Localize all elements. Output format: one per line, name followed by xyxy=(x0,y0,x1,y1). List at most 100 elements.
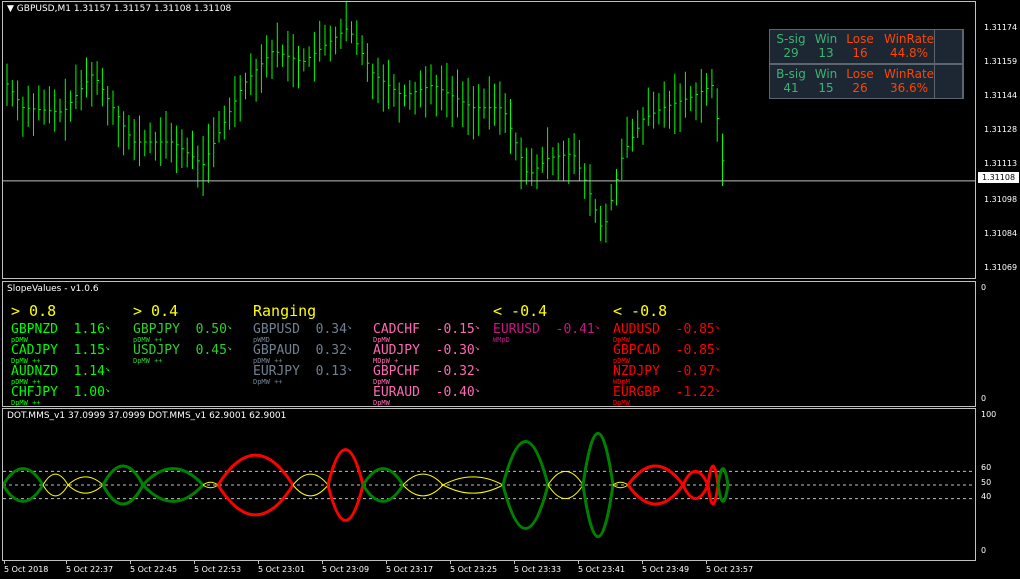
mms-line-segment xyxy=(292,484,329,497)
chart-menu-icon[interactable]: ▼ xyxy=(7,4,17,14)
price-tick: 1.31159 xyxy=(984,57,1018,66)
price-tick: 1.31174 xyxy=(984,23,1018,32)
pair-symbol: CADJPY xyxy=(11,343,58,358)
slope-pair-row[interactable]: GBPCHF -0.32↘ DpMW xyxy=(373,364,480,386)
slope-column: < -0.4 EURUSD -0.41↘ WMpD xyxy=(493,302,600,344)
level-label: 0 xyxy=(981,546,987,555)
pair-symbol: GBPJPY xyxy=(133,322,180,337)
slope-pair-row[interactable]: GBPNZD 1.16↘ pDMW xyxy=(11,322,110,344)
slope-value: 0.32 xyxy=(315,343,347,358)
slope-pair-row[interactable]: EURAUD -0.40↘ DpMW xyxy=(373,385,480,406)
sell-label: S-sig xyxy=(776,32,806,46)
slope-pair-row[interactable]: GBPJPY 0.50↘ pDMW ++ xyxy=(133,322,232,344)
price-tick: 1.31128 xyxy=(984,125,1018,134)
buy-signals-count: 41 xyxy=(783,81,799,95)
time-tick xyxy=(258,561,259,564)
pair-symbol: GBPNZD xyxy=(11,322,58,337)
slope-pair-row[interactable]: CADJPY 1.15↘ DpMW ++ xyxy=(11,343,110,365)
price-chart-pane[interactable]: ▼ GBPUSD,M1 1.31157 1.31157 1.31108 1.31… xyxy=(2,1,976,279)
timeframe-order: WMpD xyxy=(493,336,510,344)
time-tick xyxy=(4,561,5,564)
time-tick xyxy=(450,561,451,564)
time-tick xyxy=(578,561,579,564)
time-label: 5 Oct 23:57 xyxy=(706,565,754,574)
price-scale[interactable]: 1.31174 1.31159 1.31144 1.31128 1.31113 … xyxy=(977,1,1020,279)
slope-pair-row[interactable]: NZDJPY -0.97↘ WDpM xyxy=(613,364,720,386)
time-label: 5 Oct 23:09 xyxy=(322,565,370,574)
sell-winrate: 44.8% xyxy=(889,46,929,60)
mms-line-segment xyxy=(67,476,104,486)
slope-value: 0.13 xyxy=(315,364,347,379)
buy-label: B-sig xyxy=(776,67,806,81)
pair-symbol: EURGBP xyxy=(613,385,660,400)
pair-symbol: AUDJPY xyxy=(373,343,420,358)
mms-line-segment xyxy=(292,473,329,486)
level-label: 100 xyxy=(981,410,997,419)
win-header: Win xyxy=(814,32,838,46)
mms-line-segment xyxy=(42,473,69,486)
slope-pair-row[interactable]: AUDNZD 1.14↘ pDMW ++ xyxy=(11,364,110,386)
mms-line-segment xyxy=(681,469,710,486)
trend-arrow-icon: ↘ xyxy=(474,364,480,373)
slope-value: -0.97 xyxy=(675,364,715,379)
slope-pair-row[interactable]: EURUSD -0.41↘ WMpD xyxy=(493,322,600,344)
slope-pair-row[interactable]: EURGBP -1.22↘ DpMW xyxy=(613,385,720,406)
mms-line-segment xyxy=(706,484,720,506)
timeframe-order: DpMW xyxy=(613,399,630,407)
pair-symbol: EURAUD xyxy=(373,385,420,400)
trend-arrow-icon: ↘ xyxy=(346,364,352,373)
slope-value: 1.16 xyxy=(73,322,105,337)
pair-symbol: EURUSD xyxy=(493,322,540,337)
slope-values-pane[interactable]: SlopeValues - v1.0.6 > 0.8 GBPNZD 1.16↘ pD… xyxy=(2,281,976,407)
slope-pair-row[interactable]: EURJPY 0.13↘ DpMW ++ xyxy=(253,364,352,386)
trend-arrow-icon: ↘ xyxy=(474,343,480,352)
slope-pair-row[interactable]: CHFJPY 1.00↘ DpMW ++ xyxy=(11,385,110,406)
trend-arrow-icon: ↘ xyxy=(714,343,720,352)
slope-pair-row[interactable]: GBPAUD 0.32↘ pDMW ++ xyxy=(253,343,352,365)
level-label: 40 xyxy=(981,492,992,501)
pair-symbol: AUDUSD xyxy=(613,322,660,337)
time-label: 5 Oct 23:41 xyxy=(578,565,626,574)
slope-pair-row[interactable]: CADCHF -0.15↘ DpMW xyxy=(373,322,480,344)
mms-indicator-pane[interactable]: DOT.MMS_v1 37.0999 37.0999 DOT.MMS_v1 62… xyxy=(2,408,976,561)
chart-title: ▼ GBPUSD,M1 1.31157 1.31157 1.31108 1.31… xyxy=(7,4,232,14)
buy-winrate: 36.6% xyxy=(889,81,929,95)
buy-win-count: 15 xyxy=(818,81,834,95)
mms-line-segment xyxy=(42,484,69,497)
lose-header: Lose xyxy=(846,67,874,81)
pair-symbol: EURJPY xyxy=(253,364,300,379)
slope-pair-row[interactable]: GBPUSD 0.34↘ pWMD xyxy=(253,322,352,344)
trend-arrow-icon: ↘ xyxy=(346,343,352,352)
trend-arrow-icon: ↘ xyxy=(714,322,720,331)
price-tick: 1.31069 xyxy=(984,263,1018,272)
slope-column: > 0.8 GBPNZD 1.16↘ pDMW CADJPY 1.15↘ DpMW ++… xyxy=(11,302,110,406)
time-tick xyxy=(322,561,323,564)
pair-symbol: USDJPY xyxy=(133,343,180,358)
slope-value: 0.50 xyxy=(195,322,227,337)
slope-column-header: < -0.4 xyxy=(493,302,548,320)
lose-header: Lose xyxy=(846,32,874,46)
slope-value: -0.41 xyxy=(555,322,595,337)
mms-line-segment xyxy=(442,484,504,494)
time-tick xyxy=(130,561,131,564)
level-label: 60 xyxy=(981,463,992,472)
timeframe-order: DpMW ++ xyxy=(253,378,283,386)
mms-lines xyxy=(3,432,975,538)
pair-symbol: GBPCAD xyxy=(613,343,660,358)
time-label: 5 Oct 23:49 xyxy=(642,565,690,574)
slope-scale: 0 0 xyxy=(977,281,1020,407)
slope-pair-row[interactable]: AUDUSD -0.85↘ DpMW xyxy=(613,322,720,344)
slope-column-header: > 0.8 xyxy=(11,302,57,320)
mms-panel-title: DOT.MMS_v1 37.0999 37.0999 DOT.MMS_v1 62… xyxy=(7,411,287,421)
slope-pair-row[interactable]: GBPCAD -0.85↘ pDMW xyxy=(613,343,720,365)
trend-arrow-icon: ↘ xyxy=(714,364,720,373)
win-header: Win xyxy=(814,67,838,81)
slope-column-header: > 0.4 xyxy=(133,302,179,320)
mms-line-segment xyxy=(216,484,295,517)
slope-pair-row[interactable]: USDJPY 0.45↘ DpMW ++ xyxy=(133,343,232,365)
time-label: 5 Oct 23:01 xyxy=(258,565,306,574)
slope-pair-row[interactable]: AUDJPY -0.30↘ MDpW + xyxy=(373,343,480,365)
slope-value: -0.85 xyxy=(675,322,715,337)
mms-line-segment xyxy=(547,484,584,500)
pair-symbol: CADCHF xyxy=(373,322,420,337)
